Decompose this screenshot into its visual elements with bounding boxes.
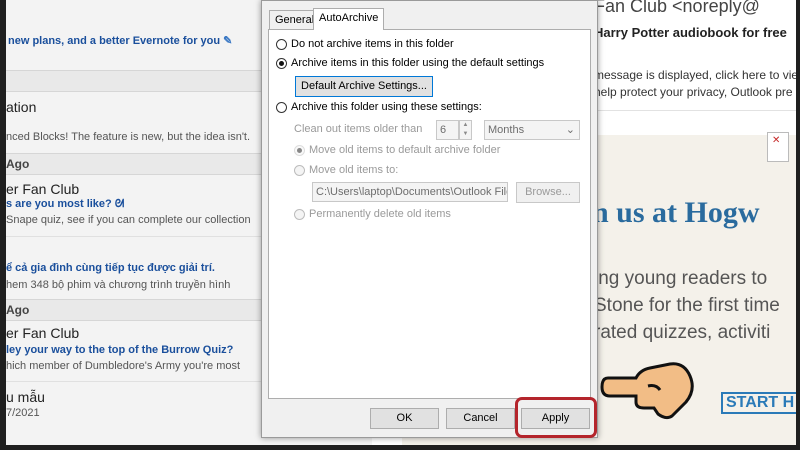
window-frame-bottom bbox=[0, 445, 800, 450]
pointing-hand-icon bbox=[600, 362, 694, 420]
option-delete-label: Permanently delete old items bbox=[309, 208, 451, 220]
spin-down-icon[interactable]: ▼ bbox=[460, 130, 471, 139]
info-bar-line-2[interactable]: help protect your privacy, Outlook pre bbox=[594, 85, 793, 99]
cancel-button[interactable]: Cancel bbox=[446, 408, 515, 429]
broken-image-icon: ✕ bbox=[767, 132, 789, 162]
option-move-to[interactable]: Move old items to: bbox=[294, 164, 398, 176]
option-no-archive[interactable]: Do not archive items in this folder bbox=[276, 38, 454, 50]
option-default-archive-label: Archive items in this folder using the d… bbox=[291, 57, 545, 69]
clean-out-spinner[interactable]: ▲ ▼ bbox=[459, 120, 472, 140]
email-subject: Harry Potter audiobook for free bbox=[594, 25, 787, 40]
radio-default-archive[interactable] bbox=[276, 57, 287, 69]
apply-highlight-frame bbox=[515, 397, 597, 438]
option-delete[interactable]: Permanently delete old items bbox=[294, 208, 451, 220]
option-custom-archive-label: Archive this folder using these settings… bbox=[291, 101, 482, 113]
tab-autoarchive[interactable]: AutoArchive bbox=[313, 8, 385, 30]
radio-no-archive[interactable] bbox=[276, 38, 287, 50]
info-bar-line-1[interactable]: message is displayed, click here to vie bbox=[594, 68, 796, 82]
radio-custom-archive[interactable] bbox=[276, 101, 287, 113]
ok-button[interactable]: OK bbox=[370, 408, 439, 429]
mail-subject: new plans, and a better Evernote for you bbox=[8, 35, 221, 47]
start-link-button[interactable]: START H bbox=[721, 392, 796, 414]
email-body-line-1: ing young readers to bbox=[594, 268, 768, 289]
chevron-down-icon: ⌄ bbox=[565, 124, 575, 136]
spin-up-icon[interactable]: ▲ bbox=[460, 121, 471, 130]
option-default-archive[interactable]: Archive items in this folder using the d… bbox=[276, 57, 544, 69]
clean-out-months-input[interactable]: 6 bbox=[436, 120, 459, 140]
archive-path-input[interactable]: C:\Users\laptop\Documents\Outlook Files bbox=[312, 182, 508, 202]
feather-icon: ✎ bbox=[223, 35, 233, 47]
mail-subject: s are you most like? bbox=[6, 198, 112, 210]
radio-move-default[interactable] bbox=[294, 144, 305, 156]
wave-icon: ᘛ bbox=[114, 198, 125, 210]
default-archive-settings-button[interactable]: Default Archive Settings... bbox=[295, 76, 433, 97]
email-headline: n us at Hogw bbox=[592, 196, 760, 229]
radio-move-to[interactable] bbox=[294, 164, 305, 176]
email-body-line-3: rated quizzes, activiti bbox=[594, 322, 771, 343]
clean-out-label: Clean out items older than bbox=[294, 123, 423, 135]
option-no-archive-label: Do not archive items in this folder bbox=[291, 38, 454, 50]
clean-out-unit-value: Months bbox=[488, 124, 525, 136]
folder-properties-dialog: General AutoArchive Do not archive items… bbox=[261, 0, 598, 438]
window-frame-right bbox=[796, 0, 800, 450]
option-move-default-label: Move old items to default archive folder bbox=[309, 144, 501, 156]
email-body-line-2: Stone for the first time bbox=[594, 295, 780, 316]
radio-delete[interactable] bbox=[294, 208, 305, 220]
clean-out-unit-select[interactable]: Months ⌄ bbox=[484, 120, 580, 140]
option-move-to-label: Move old items to: bbox=[309, 164, 399, 176]
browse-button[interactable]: Browse... bbox=[516, 182, 580, 203]
option-move-default[interactable]: Move old items to default archive folder bbox=[294, 144, 500, 156]
option-custom-archive[interactable]: Archive this folder using these settings… bbox=[276, 101, 482, 113]
email-from: Fan Club <noreply@ bbox=[594, 0, 760, 16]
